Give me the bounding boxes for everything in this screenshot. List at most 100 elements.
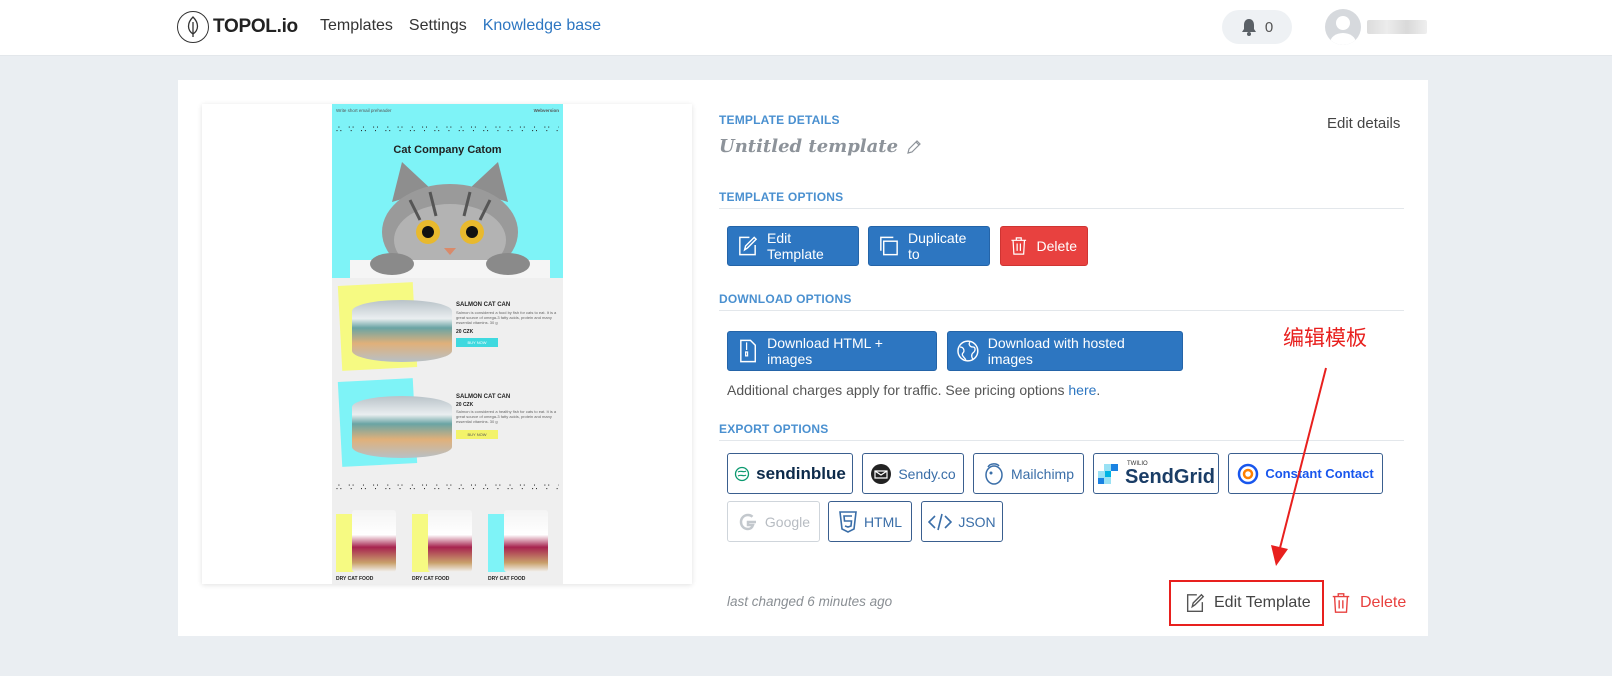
buy-now-button: BUY NOW (456, 338, 498, 347)
product-title: SALMON CAT CAN (456, 302, 511, 308)
cat-can-image (352, 300, 452, 362)
hero-banner: Write short email preheader Webversion ∴… (332, 104, 563, 278)
export-sendy-button[interactable]: Sendy.co (862, 453, 964, 494)
nav-templates[interactable]: Templates (320, 17, 393, 35)
sendy-label: Sendy.co (898, 465, 956, 482)
export-sendgrid-button[interactable]: TWILIO SendGrid (1093, 453, 1219, 494)
email-preview-thumbnail: Write short email preheader Webversion ∴… (332, 104, 563, 584)
download-options-label: DOWNLOAD OPTIONS (719, 292, 852, 306)
cat-image (350, 162, 550, 278)
mailchimp-icon (985, 462, 1003, 485)
edit-template-label: Edit Template (766, 230, 824, 262)
export-google-button[interactable]: Google (727, 501, 820, 542)
json-label: JSON (958, 513, 996, 530)
zip-file-icon (740, 339, 756, 363)
dry-food-row: DRY CAT FOOD DRY CAT FOOD DRY CAT FOOD (332, 504, 563, 584)
export-html-button[interactable]: HTML (828, 501, 912, 542)
brand-title: Cat Company Catom (393, 144, 502, 156)
sendy-icon (871, 463, 892, 484)
product-block-1: SALMON CAT CAN Salmon is considered a fo… (337, 280, 558, 376)
buy-now-button: BUY NOW (456, 430, 498, 439)
template-options-label: TEMPLATE OPTIONS (719, 190, 844, 204)
export-json-button[interactable]: JSON (921, 501, 1003, 542)
paw-print-row: ∴ ∵ ∴ ∵ ∴ ∵ ∴ ∵ ∴ ∵ ∴ ∵ ∴ ∵ ∴ ∵ ∴ ∵ ∴ ∵ … (336, 124, 559, 134)
nav-settings[interactable]: Settings (409, 17, 467, 35)
cat-can-image (352, 396, 452, 458)
leaf-logo-icon (177, 11, 209, 43)
download-hosted-images-button[interactable]: Download with hosted images (947, 331, 1183, 371)
export-mailchimp-button[interactable]: Mailchimp (973, 453, 1084, 494)
top-navigation-bar: TOPOL.io Templates Settings Knowledge ba… (0, 0, 1612, 56)
notifications-button[interactable]: 0 (1222, 10, 1292, 44)
edit-details-link[interactable]: Edit details (1327, 115, 1400, 132)
sendgrid-label: SendGrid (1124, 465, 1215, 488)
download-html-images-label: Download HTML + images (767, 335, 883, 367)
template-details-label: TEMPLATE DETAILS (719, 113, 840, 127)
bell-icon (1241, 19, 1256, 36)
main-nav: Templates Settings Knowledge base (320, 17, 601, 35)
product-title: DRY CAT FOOD (488, 576, 526, 582)
mailchimp-label: Mailchimp (1010, 465, 1074, 482)
product-price: 20 CZK (456, 402, 474, 408)
duplicate-icon (880, 236, 898, 256)
template-name-text: Untitled template (719, 136, 899, 157)
divider (719, 440, 1404, 441)
template-name[interactable]: Untitled template (719, 136, 922, 157)
template-detail-card: Write short email preheader Webversion ∴… (178, 80, 1428, 636)
trash-icon (1011, 237, 1027, 255)
pricing-note: Additional charges apply for traffic. Se… (727, 382, 1101, 398)
last-changed-text: last changed 6 minutes ago (727, 594, 893, 609)
topol-logo[interactable]: TOPOL.io (177, 11, 298, 43)
product-title: SALMON CAT CAN (456, 394, 511, 400)
product-block-2: SALMON CAT CAN 20 CZK Salmon is consider… (337, 376, 558, 472)
google-label: Google (764, 513, 811, 530)
notification-count: 0 (1264, 18, 1274, 36)
user-name-redacted[interactable] (1367, 20, 1427, 34)
webversion-link: Webversion (533, 108, 559, 113)
preheader-text: Write short email preheader (336, 108, 392, 113)
trash-icon (1332, 593, 1350, 613)
divider (719, 310, 1404, 311)
pencil-icon[interactable] (906, 139, 922, 155)
html5-icon (839, 510, 857, 533)
footer-delete-label: Delete (1360, 594, 1407, 611)
edit-template-button[interactable]: Edit Template (727, 226, 859, 266)
logo-text: TOPOL.io (213, 16, 298, 37)
dry-food-item: DRY CAT FOOD (336, 510, 402, 582)
dry-food-item: DRY CAT FOOD (412, 510, 478, 582)
export-options-label: EXPORT OPTIONS (719, 422, 829, 436)
edit-icon (739, 236, 758, 256)
sendinblue-label: sendinblue (756, 463, 846, 483)
download-hosted-label: Download with hosted images (987, 335, 1125, 367)
pricing-link[interactable]: here (1068, 382, 1096, 398)
delete-label: Delete (1036, 238, 1077, 254)
constant-contact-icon (1238, 463, 1259, 484)
export-sendinblue-button[interactable]: sendinblue (727, 453, 853, 494)
nav-knowledge-base[interactable]: Knowledge base (483, 17, 601, 35)
product-title: DRY CAT FOOD (412, 576, 450, 582)
html-label: HTML (863, 513, 903, 530)
globe-icon (957, 340, 979, 362)
product-description: Salmon is considered a food by fish for … (456, 310, 557, 325)
annotation-highlight-box (1169, 580, 1324, 626)
user-avatar[interactable] (1325, 9, 1361, 45)
constant-contact-label: Constant Contact (1265, 466, 1374, 481)
footer-delete-button[interactable]: Delete (1330, 582, 1406, 624)
product-description: Salmon is considered a healthy fish for … (456, 409, 557, 424)
duplicate-to-button[interactable]: Duplicate to (868, 226, 990, 266)
dry-food-item: DRY CAT FOOD (488, 510, 554, 582)
duplicate-to-label: Duplicate to (908, 230, 967, 262)
sendinblue-icon (734, 466, 750, 481)
product-title: DRY CAT FOOD (336, 576, 374, 582)
export-constant-contact-button[interactable]: Constant Contact (1228, 453, 1383, 494)
google-icon (739, 513, 756, 530)
code-icon (928, 513, 953, 530)
divider (719, 208, 1404, 209)
download-html-images-button[interactable]: Download HTML + images (727, 331, 937, 371)
paw-print-row: ∴ ∵ ∴ ∵ ∴ ∵ ∴ ∵ ∴ ∵ ∴ ∵ ∴ ∵ ∴ ∵ ∴ ∵ ∴ ∵ … (336, 482, 559, 492)
template-preview[interactable]: Write short email preheader Webversion ∴… (202, 104, 692, 584)
delete-button[interactable]: Delete (1000, 226, 1088, 266)
annotation-label: 编辑模板 (1283, 327, 1367, 350)
sendgrid-icon (1097, 463, 1118, 484)
product-price: 20 CZK (456, 329, 474, 335)
